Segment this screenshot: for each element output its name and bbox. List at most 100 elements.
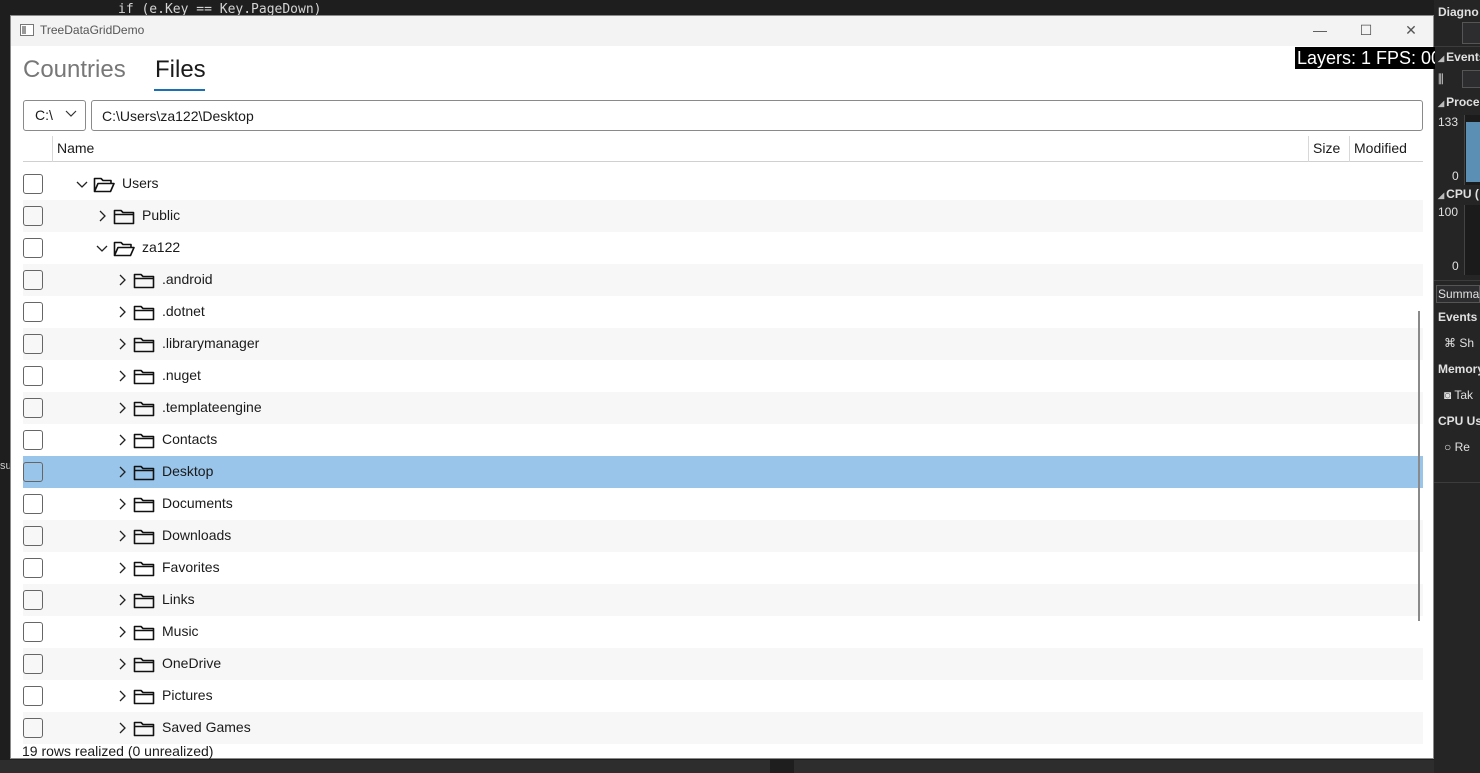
tree-rows: Users Public za122 .android .dotnet .librarym…	[23, 168, 1423, 744]
row-checkbox[interactable]	[23, 398, 43, 418]
camera-icon: ◙	[1444, 388, 1452, 402]
column-header-modified[interactable]: Modified	[1349, 136, 1423, 162]
tree-row[interactable]: Pictures	[23, 680, 1423, 712]
vertical-scrollbar[interactable]	[1418, 311, 1420, 621]
row-checkbox[interactable]	[23, 430, 43, 450]
diagnostics-dropdown[interactable]	[1462, 70, 1480, 88]
row-checkbox[interactable]	[23, 718, 43, 738]
row-name: .templateengine	[162, 399, 262, 415]
close-button[interactable]: ✕	[1388, 16, 1434, 46]
chevron-right-icon[interactable]	[115, 433, 129, 447]
folder-icon	[133, 305, 155, 321]
tab-files[interactable]: Files	[155, 56, 206, 84]
path-input[interactable]: C:\Users\za122\Desktop	[91, 100, 1423, 131]
folder-icon	[133, 593, 155, 609]
folder-icon	[133, 337, 155, 353]
tree-row[interactable]: Links	[23, 584, 1423, 616]
row-checkbox[interactable]	[23, 270, 43, 290]
row-checkbox[interactable]	[23, 558, 43, 578]
row-name: za122	[142, 239, 181, 255]
chevron-right-icon[interactable]	[115, 625, 129, 639]
row-checkbox[interactable]	[23, 590, 43, 610]
tree-row[interactable]: Documents	[23, 488, 1423, 520]
row-checkbox[interactable]	[23, 174, 43, 194]
chevron-right-icon[interactable]	[115, 721, 129, 735]
record-icon: ○	[1444, 440, 1452, 454]
row-name: .librarymanager	[162, 335, 260, 351]
chevron-right-icon[interactable]	[115, 401, 129, 415]
chevron-right-icon[interactable]	[115, 593, 129, 607]
folder-icon	[133, 401, 155, 417]
row-name: Contacts	[162, 431, 218, 447]
folder-icon	[113, 209, 135, 225]
window-title: TreeDataGridDemo	[40, 23, 145, 37]
chevron-right-icon[interactable]	[115, 529, 129, 543]
folder-icon	[133, 625, 155, 641]
row-name: Documents	[162, 495, 233, 511]
chevron-down-icon[interactable]	[75, 177, 89, 191]
row-name: .nuget	[162, 367, 201, 383]
row-checkbox[interactable]	[23, 334, 43, 354]
title-bar[interactable]: TreeDataGridDemo — ☐ ✕	[11, 16, 1433, 46]
chevron-right-icon[interactable]	[115, 465, 129, 479]
tree-row[interactable]: .templateengine	[23, 392, 1423, 424]
chevron-right-icon[interactable]	[115, 689, 129, 703]
chevron-right-icon[interactable]	[115, 369, 129, 383]
column-header-name[interactable]: Name	[52, 136, 1308, 162]
ide-left-fragment: su	[0, 460, 12, 472]
fps-overlay: Layers: 1 FPS: 001	[1295, 47, 1435, 69]
chevron-right-icon[interactable]	[115, 657, 129, 671]
summary-tab[interactable]: Summa	[1436, 285, 1480, 303]
minimize-button[interactable]: —	[1297, 16, 1343, 46]
folder-icon	[133, 561, 155, 577]
status-text: 19 rows realized (0 unrealized)	[22, 743, 214, 759]
tree-row[interactable]: Downloads	[23, 520, 1423, 552]
tree-row[interactable]: OneDrive	[23, 648, 1423, 680]
tree-row[interactable]: Users	[23, 168, 1423, 200]
maximize-button[interactable]: ☐	[1343, 16, 1389, 46]
row-checkbox[interactable]	[23, 238, 43, 258]
tree-row[interactable]: za122	[23, 232, 1423, 264]
chevron-right-icon[interactable]	[115, 497, 129, 511]
chevron-right-icon[interactable]	[115, 273, 129, 287]
folder-icon	[133, 433, 155, 449]
row-checkbox[interactable]	[23, 686, 43, 706]
grid-header: Name Size Modified	[23, 136, 1423, 162]
column-header-size[interactable]: Size	[1308, 136, 1349, 162]
tree-row[interactable]: Favorites	[23, 552, 1423, 584]
folder-icon	[133, 689, 155, 705]
row-checkbox[interactable]	[23, 366, 43, 386]
row-name: Public	[142, 207, 181, 223]
row-checkbox[interactable]	[23, 302, 43, 322]
row-checkbox[interactable]	[23, 654, 43, 674]
chevron-right-icon[interactable]	[115, 337, 129, 351]
row-checkbox[interactable]	[23, 526, 43, 546]
tree-row[interactable]: .nuget	[23, 360, 1423, 392]
row-checkbox[interactable]	[23, 462, 43, 482]
row-checkbox[interactable]	[23, 622, 43, 642]
tree-row[interactable]: Contacts	[23, 424, 1423, 456]
chevron-right-icon[interactable]	[115, 561, 129, 575]
drive-select[interactable]: C:\	[23, 100, 86, 131]
row-name: Music	[162, 623, 199, 639]
tree-row[interactable]: Public	[23, 200, 1423, 232]
tree-row[interactable]: Desktop	[23, 456, 1423, 488]
chevron-right-icon[interactable]	[95, 209, 109, 223]
tree-row[interactable]: .android	[23, 264, 1423, 296]
row-name: Links	[162, 591, 195, 607]
folder-icon	[133, 465, 155, 481]
row-name: Pictures	[162, 687, 213, 703]
chevron-right-icon[interactable]	[115, 305, 129, 319]
cpu-usage-item[interactable]: ○ Re	[1444, 440, 1480, 472]
row-checkbox[interactable]	[23, 206, 43, 226]
folder-open-icon	[113, 241, 135, 257]
row-name: .dotnet	[162, 303, 205, 319]
row-checkbox[interactable]	[23, 494, 43, 514]
tree-row[interactable]: Music	[23, 616, 1423, 648]
tree-row[interactable]: .librarymanager	[23, 328, 1423, 360]
tab-countries[interactable]: Countries	[23, 56, 126, 84]
chevron-down-icon[interactable]	[95, 241, 109, 255]
tab-selected-indicator	[154, 89, 205, 91]
tree-row[interactable]: Saved Games	[23, 712, 1423, 744]
tree-row[interactable]: .dotnet	[23, 296, 1423, 328]
